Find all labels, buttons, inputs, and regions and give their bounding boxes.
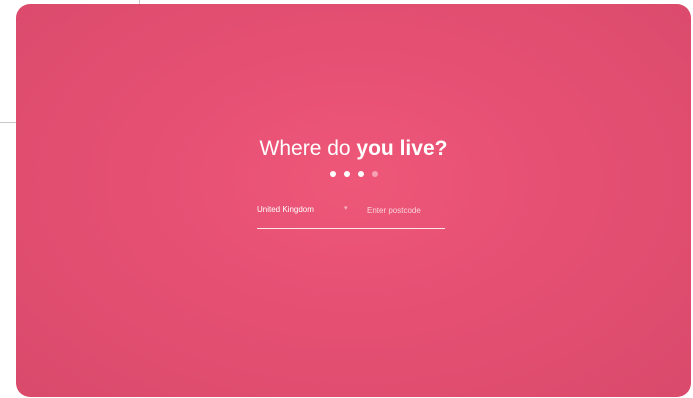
step-dot-4 — [371, 171, 378, 177]
country-select[interactable]: United Kingdom — [257, 205, 314, 214]
step-dot-1 — [329, 171, 336, 177]
title-prefix: Where do — [259, 137, 351, 160]
chevron-down-icon[interactable]: ▾ — [344, 204, 348, 212]
step-dot-2 — [343, 171, 350, 177]
onboarding-panel: Where do you live? United Kingdom ▾ — [16, 4, 691, 397]
step-dot-3 — [357, 171, 364, 177]
title-emphasis: you live? — [356, 137, 448, 160]
step-progress-indicator — [16, 171, 691, 177]
canvas-guide-horizontal — [0, 122, 16, 123]
page-title: Where do you live? — [16, 136, 691, 162]
postcode-input[interactable] — [367, 203, 443, 217]
location-form: United Kingdom ▾ — [257, 200, 445, 229]
